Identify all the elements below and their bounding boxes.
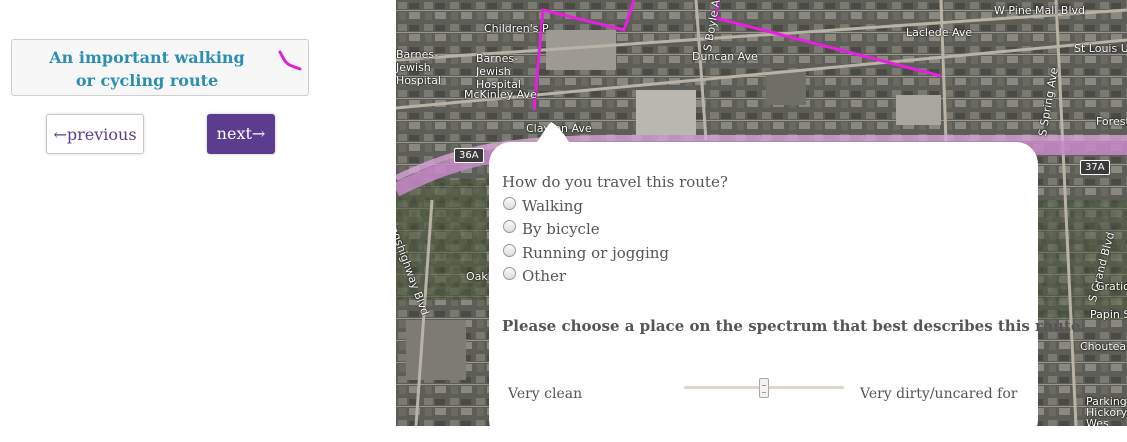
map-label-duncan: Duncan Ave <box>692 50 758 63</box>
option-bicycle[interactable]: By bicycle <box>503 220 600 238</box>
map-label-mckinley: McKinley Ave <box>464 88 537 101</box>
option-label: Running or jogging <box>522 244 670 262</box>
map-label-chouteau: Choutea <box>1080 340 1127 353</box>
map-label-childrens: Children's P <box>484 22 549 35</box>
previous-button[interactable]: ←previous <box>46 114 144 154</box>
running-radio[interactable] <box>503 244 516 257</box>
next-button[interactable]: next→ <box>207 114 275 154</box>
option-label: Walking <box>522 197 584 215</box>
cleanliness-slider-handle[interactable] <box>759 378 769 398</box>
option-label: Other <box>522 267 567 285</box>
route-type-title: An important walking or cycling route <box>49 48 245 90</box>
other-radio[interactable] <box>503 267 516 280</box>
map-label-barnes-jewish-hospital: Barnes-Jewish Hospital <box>396 48 441 87</box>
walking-radio[interactable] <box>503 197 516 210</box>
map-label-forest: Forest <box>1096 115 1127 128</box>
map-label-papin: Papin St <box>1090 308 1127 321</box>
bicycle-radio[interactable] <box>503 220 516 233</box>
highway-shield-37a: 37A <box>1080 160 1110 175</box>
route-line-icon <box>278 50 302 71</box>
map-label-gratiot: Gratiot <box>1096 280 1127 293</box>
route-type-card: An important walking or cycling route <box>11 39 309 96</box>
option-label: By bicycle <box>522 220 600 238</box>
map-label-oakland: Oakl <box>466 270 491 283</box>
spectrum-question: Please choose a place on the spectrum th… <box>502 317 1086 335</box>
map-label-laclede: Laclede Ave <box>906 26 973 39</box>
option-walking[interactable]: Walking <box>503 197 583 215</box>
slider-right-label: Very dirty/uncared for <box>860 386 1018 402</box>
slider-left-label: Very clean <box>508 386 583 402</box>
highway-shield-36a: 36A <box>454 148 484 163</box>
map-label-st-louis: St Louis Ur <box>1074 42 1127 55</box>
travel-mode-question: How do you travel this route? <box>502 173 728 191</box>
map-label-parking: Parking Hickory Wes <box>1086 395 1127 426</box>
option-running[interactable]: Running or jogging <box>503 244 669 262</box>
map-label-w-pine: W Pine Mall Blvd <box>994 4 1085 17</box>
map-label-barnes-jewish-short: Barnes-Jewish Hospital <box>476 52 521 91</box>
option-other[interactable]: Other <box>503 267 566 285</box>
